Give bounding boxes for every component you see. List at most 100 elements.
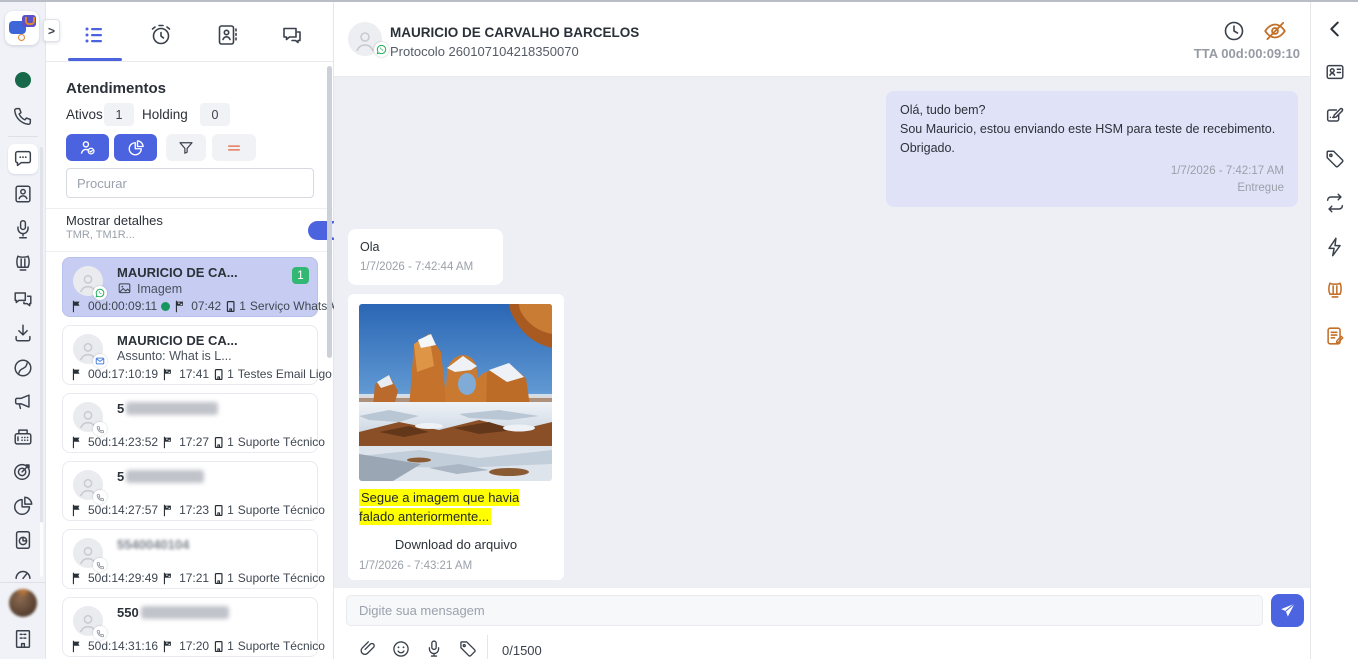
phone-channel-icon [93, 626, 107, 640]
phone-channel-icon [93, 558, 107, 572]
tags-icon[interactable] [1324, 148, 1346, 170]
chats-icon[interactable] [12, 288, 34, 310]
send-button[interactable] [1271, 594, 1304, 627]
show-details-sub: TMR, TM1R... [66, 229, 135, 241]
chat-panel: MAURICIO DE CARVALHO BARCELOS Protocolo … [334, 2, 1310, 659]
contact-details-icon[interactable] [1324, 61, 1346, 83]
ativos-count: 1 [104, 103, 134, 126]
expand-panel-button[interactable]: > [43, 19, 60, 42]
divider [8, 136, 38, 137]
attachment-icon[interactable] [358, 639, 378, 659]
tab-alarm-icon[interactable] [149, 23, 173, 47]
goal-target-icon[interactable] [12, 460, 34, 482]
item-name: 5540040104 [117, 537, 189, 552]
list-item-mauricio-email[interactable]: MAURICIO DE CA... Assunto: What is L... … [62, 325, 318, 385]
emoji-icon[interactable] [391, 639, 411, 659]
message-timestamp: 1/7/2026 - 7:42:17 AM [900, 163, 1284, 180]
list-item-phone-4[interactable]: 550 50d:14:31:16 17:20 1 Suporte Técnico [62, 597, 318, 657]
company-building-icon[interactable] [12, 628, 34, 650]
char-counter: 0/1500 [502, 643, 542, 658]
message-line: Sou Mauricio, estou enviando este HSM pa… [900, 120, 1284, 139]
list-item-phone-1[interactable]: 5 50d:14:23:52 17:27 1 Suporte Técnico [62, 393, 318, 453]
left-rail [0, 2, 46, 659]
whatsapp-channel-icon [93, 286, 107, 300]
phone-icon[interactable] [12, 105, 34, 127]
podcast-mic-icon[interactable] [12, 218, 34, 240]
chat-icon-active[interactable] [8, 144, 38, 174]
item-name: 550 [117, 605, 229, 620]
protocol-text: Protocolo 260107104218350070 [390, 44, 579, 59]
clock-icon[interactable] [1222, 19, 1246, 43]
item-name: MAURICIO DE CA... [117, 265, 238, 280]
rail-scrollbar-track[interactable] [40, 147, 43, 577]
gauge-icon[interactable] [12, 561, 34, 583]
browser-globe-icon[interactable] [12, 357, 34, 379]
user-avatar[interactable] [9, 589, 37, 617]
chat-header: MAURICIO DE CARVALHO BARCELOS Protocolo … [334, 2, 1310, 77]
sort-equals-button[interactable] [212, 134, 256, 161]
holding-count: 0 [200, 103, 230, 126]
item-meta: 50d:14:31:16 17:20 1 Suporte Técnico [71, 639, 325, 653]
message-inbound-text[interactable]: Ola 1/7/2026 - 7:42:44 AM [348, 229, 503, 285]
rail-scrollbar-thumb[interactable] [40, 522, 43, 577]
message-outbound[interactable]: Olá, tudo bem? Sou Mauricio, estou envia… [886, 91, 1298, 207]
whatsapp-channel-icon [374, 42, 389, 57]
message-status: Entregue [900, 180, 1284, 197]
collapse-chevron-icon[interactable] [1324, 18, 1346, 40]
megaphone-icon[interactable] [12, 391, 34, 413]
tab-conversations-icon[interactable] [280, 23, 304, 47]
download-icon[interactable] [12, 322, 34, 344]
dashboard-pie-button[interactable] [114, 134, 157, 161]
quick-actions-bolt-icon[interactable] [1324, 236, 1346, 258]
panel-tabbar [46, 2, 333, 62]
message-inbound-image[interactable]: Segue a imagem que havia falado anterior… [348, 294, 564, 580]
item-meta: 00d:17:10:19 17:41 1 Testes Email Ligo H… [71, 367, 354, 381]
chat-list: MAURICIO DE CA... Imagem 1 00d:00:09:11 … [62, 257, 320, 659]
filter-my-chats-button[interactable] [66, 134, 109, 161]
email-channel-icon [93, 354, 107, 368]
list-scrollbar-thumb[interactable] [327, 66, 332, 358]
app-logo[interactable] [5, 11, 39, 45]
report-doc-icon[interactable] [12, 529, 34, 551]
item-meta: 50d:14:23:52 17:27 1 Suporte Técnico [71, 435, 325, 449]
highlighted-caption-text: Segue a imagem que havia falado anterior… [359, 489, 519, 525]
filter-funnel-button[interactable] [166, 134, 206, 161]
list-item-phone-2[interactable]: 5 50d:14:27:57 17:23 1 Suporte Técnico [62, 461, 318, 521]
microphone-icon[interactable] [424, 639, 444, 659]
message-timestamp: 1/7/2026 - 7:43:21 AM [359, 560, 553, 572]
list-item-mauricio-whatsapp[interactable]: MAURICIO DE CA... Imagem 1 00d:00:09:11 … [62, 257, 318, 317]
harp-icon[interactable] [12, 253, 34, 275]
edit-signature-icon[interactable] [1324, 105, 1346, 127]
atendimentos-panel: Atendimentos Ativos 1 Holding 0 Mostrar … [46, 2, 334, 659]
harp-icon-orange[interactable] [1324, 280, 1346, 302]
item-name: 5 [117, 401, 218, 416]
search-input[interactable] [66, 168, 314, 198]
active-tab-underline [68, 58, 122, 61]
phone-channel-icon [93, 422, 107, 436]
pie-chart-icon[interactable] [12, 495, 34, 517]
message-image[interactable] [359, 304, 552, 481]
messages-area[interactable]: Olá, tudo bem? Sou Mauricio, estou envia… [334, 77, 1310, 587]
item-subtitle-text: Imagem [137, 282, 182, 296]
tab-contacts-icon[interactable] [215, 23, 239, 47]
fax-icon[interactable] [12, 426, 34, 448]
transfer-icon[interactable] [1324, 192, 1346, 214]
message-line: Olá, tudo bem? [900, 101, 1284, 120]
tab-atendimentos-icon[interactable] [82, 23, 106, 47]
item-meta: 50d:14:29:49 17:21 1 Suporte Técnico [71, 571, 325, 585]
list-item-phone-3[interactable]: 5540040104 50d:14:29:49 17:21 1 Suporte … [62, 529, 318, 589]
holding-label: Holding [142, 107, 188, 122]
unread-badge: 1 [292, 267, 309, 284]
notes-icon-orange[interactable] [1324, 325, 1346, 347]
phone-channel-icon [93, 490, 107, 504]
contact-card-icon[interactable] [12, 183, 34, 205]
tag-icon[interactable] [458, 639, 478, 659]
message-input[interactable] [346, 595, 1263, 626]
message-timestamp: 1/7/2026 - 7:42:44 AM [360, 259, 473, 276]
divider [46, 208, 334, 209]
message-text: Ola [360, 238, 473, 257]
status-online-dot[interactable] [15, 72, 31, 88]
download-file-link[interactable]: Download do arquivo [359, 537, 553, 552]
hidden-eye-icon[interactable] [1262, 18, 1288, 44]
divider [46, 251, 334, 252]
